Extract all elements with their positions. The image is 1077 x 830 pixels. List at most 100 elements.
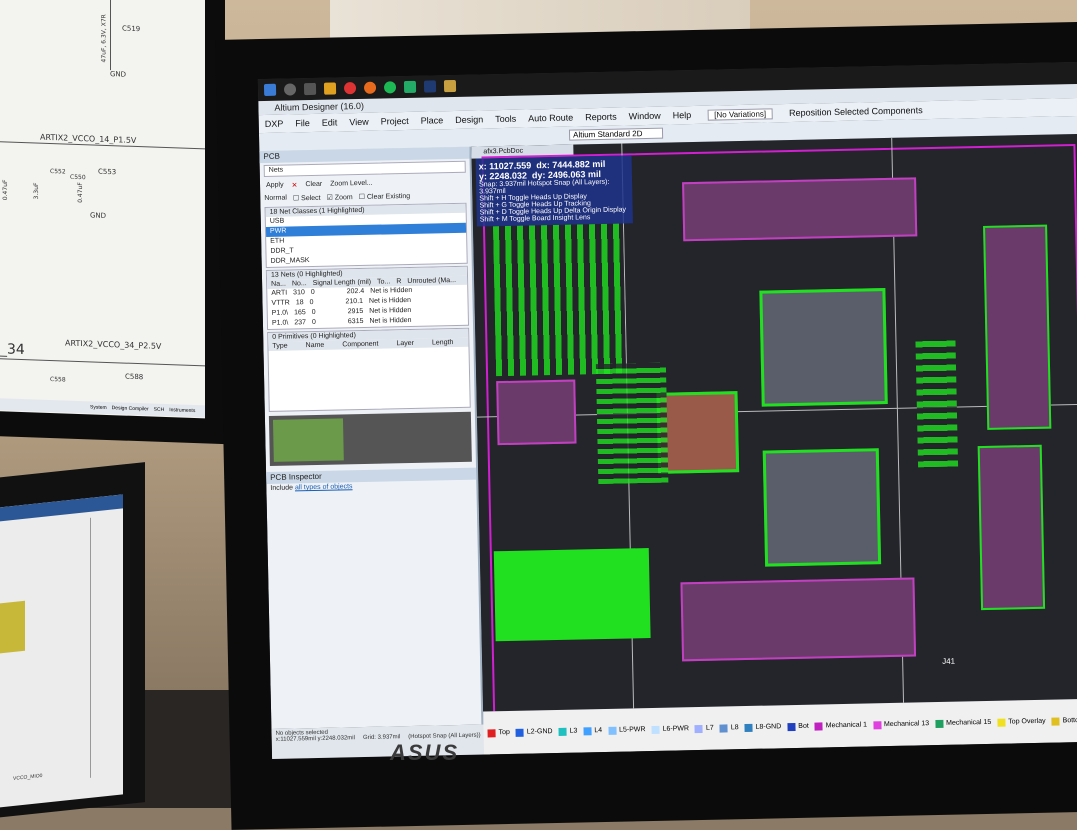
layer-tab[interactable]: L6-PWR <box>651 725 689 734</box>
layer-tab[interactable]: L7 <box>694 724 714 733</box>
minimap-viewport[interactable] <box>272 418 344 462</box>
menu-reports[interactable]: Reports <box>579 111 623 123</box>
net-routed: 6315 <box>347 317 364 326</box>
col-length[interactable]: Length <box>432 338 454 347</box>
col-nodes[interactable]: No... <box>292 279 307 288</box>
laptop: VCCO_MIO0 <box>0 462 145 818</box>
layer-name: L3 <box>569 727 578 735</box>
clear-existing-checkbox[interactable]: ☐ Clear Existing <box>359 192 411 201</box>
bga-chip-2[interactable] <box>762 448 882 567</box>
connector-bottom[interactable] <box>680 577 917 662</box>
apply-button[interactable]: Apply <box>266 182 284 190</box>
col-total[interactable]: To... <box>377 277 390 286</box>
layer-tab[interactable]: L4 <box>583 726 602 735</box>
tab-sch[interactable]: SCH <box>154 404 165 416</box>
layer-tab[interactable]: L2-GND <box>515 728 553 737</box>
connector-right[interactable] <box>983 224 1052 430</box>
tab-system[interactable]: System <box>90 401 107 414</box>
spotify-icon[interactable] <box>383 81 397 94</box>
firefox-icon[interactable] <box>363 81 377 94</box>
layer-tab[interactable]: Bot <box>787 722 809 731</box>
layer-color-swatch <box>787 722 796 731</box>
windows-icon[interactable] <box>263 83 277 96</box>
layer-tab[interactable]: Top <box>487 728 510 737</box>
task-view-icon[interactable] <box>303 82 317 96</box>
layer-color-swatch <box>744 723 753 732</box>
board-minimap[interactable] <box>268 411 472 466</box>
connector-top[interactable] <box>682 177 918 242</box>
connector-right-2[interactable] <box>977 444 1046 611</box>
menu-help[interactable]: Help <box>667 110 698 121</box>
col-layer[interactable]: Layer <box>396 339 414 348</box>
net-routed: 202.4 <box>346 287 365 296</box>
object-types-link[interactable]: all types of objects <box>295 483 353 491</box>
zoom-checkbox[interactable]: ☑ Zoom <box>327 193 353 202</box>
net-length: 0 <box>309 298 314 307</box>
label-gnd-2: GND <box>90 211 107 220</box>
label-c552: C552 <box>50 167 66 176</box>
select-checkbox[interactable]: ☐ Select <box>293 194 321 203</box>
clear-existing-label: Clear Existing <box>366 192 411 201</box>
layer-tab[interactable]: Bottom <box>1051 716 1077 726</box>
file-explorer-icon[interactable] <box>323 82 337 95</box>
pcb-canvas[interactable]: afx3.PcbDoc J41 x: 11027.559 dx: 7444.88… <box>471 133 1077 712</box>
layer-tab[interactable]: Top Overlay <box>997 717 1046 727</box>
chrome-icon[interactable] <box>343 82 357 95</box>
col-name[interactable]: Na... <box>271 280 286 289</box>
menu-tools[interactable]: Tools <box>489 114 522 125</box>
cursor-coords: x:11027.559mil y:2248.032mil <box>275 735 355 743</box>
clear-button[interactable]: Clear <box>305 181 322 189</box>
photoshop-icon[interactable] <box>423 80 437 93</box>
label-c519: C519 <box>122 24 141 34</box>
tab-design-compiler[interactable]: Design Compiler <box>112 402 149 415</box>
menu-auto-route[interactable]: Auto Route <box>522 112 579 124</box>
pcb-panel: PCB Nets Apply ✕ Clear Zoom Level... Norm… <box>259 146 484 729</box>
col-routed[interactable]: R <box>396 277 401 286</box>
module-left[interactable] <box>496 379 577 446</box>
layer-tab[interactable]: Mechanical 1 <box>814 721 867 731</box>
layer-name: L8-GND <box>755 723 782 731</box>
col-name[interactable]: Name <box>306 341 325 350</box>
label-c553: C553 <box>98 167 117 177</box>
menu-view[interactable]: View <box>343 117 375 128</box>
menu-file[interactable]: File <box>289 118 316 129</box>
layer-color-swatch <box>814 721 823 731</box>
menu-project[interactable]: Project <box>375 116 415 127</box>
menu-design[interactable]: Design <box>449 114 489 125</box>
menu-window[interactable]: Window <box>623 111 667 122</box>
layer-tab[interactable]: L8-GND <box>744 723 782 732</box>
tab-instruments[interactable]: Instruments <box>169 404 195 417</box>
layer-color-swatch <box>651 725 660 734</box>
variations-dropdown[interactable]: [No Variations] <box>707 107 774 121</box>
reposition-components-button[interactable]: Reposition Selected Components <box>783 105 929 118</box>
col-component[interactable]: Component <box>342 340 378 350</box>
search-icon[interactable] <box>283 83 297 96</box>
menu-place[interactable]: Place <box>415 115 450 126</box>
net-classes-list: 18 Net Classes (1 Highlighted) USB PWR E… <box>264 202 468 268</box>
menu-edit[interactable]: Edit <box>316 117 344 128</box>
menu-dxp[interactable]: DXP <box>259 118 290 129</box>
altium-icon[interactable] <box>443 79 457 93</box>
layer-name: L8 <box>730 724 739 732</box>
layer-tab[interactable]: L5-PWR <box>608 726 646 735</box>
app-icon[interactable] <box>403 80 417 94</box>
view-mode-select[interactable]: Altium Standard 2D <box>568 127 664 141</box>
col-unrouted[interactable]: Unrouted (Ma... <box>407 276 456 286</box>
fpga-chip[interactable] <box>656 391 740 474</box>
layer-tab[interactable]: Mechanical 15 <box>935 718 991 728</box>
zoom-level-button[interactable]: Zoom Level... <box>330 180 373 189</box>
net-nodes: 165 <box>294 309 306 317</box>
layer-tab[interactable]: L3 <box>558 727 578 736</box>
left-monitor: C519 47uF, 6.3V, X7R GND ARTIX2_VCCO_14_… <box>0 0 225 445</box>
schematic-tabs: System Design Compiler SCH Instruments <box>0 397 205 419</box>
col-type[interactable]: Type <box>272 342 287 351</box>
layer-tab[interactable]: L8 <box>719 723 739 733</box>
bga-chip-1[interactable] <box>759 288 888 407</box>
primitives-table: 0 Primitives (0 Highlighted) Type Name C… <box>267 327 471 412</box>
mask-mode-select[interactable]: Normal <box>264 195 287 203</box>
net-label-vcco-34: ARTIX2_VCCO_34_P2.5V <box>65 338 162 351</box>
sheet-border <box>90 517 91 778</box>
layer-tab[interactable]: Mechanical 13 <box>872 720 929 729</box>
label-bank-34: _34 <box>0 341 25 359</box>
label-c558: C558 <box>50 375 66 384</box>
